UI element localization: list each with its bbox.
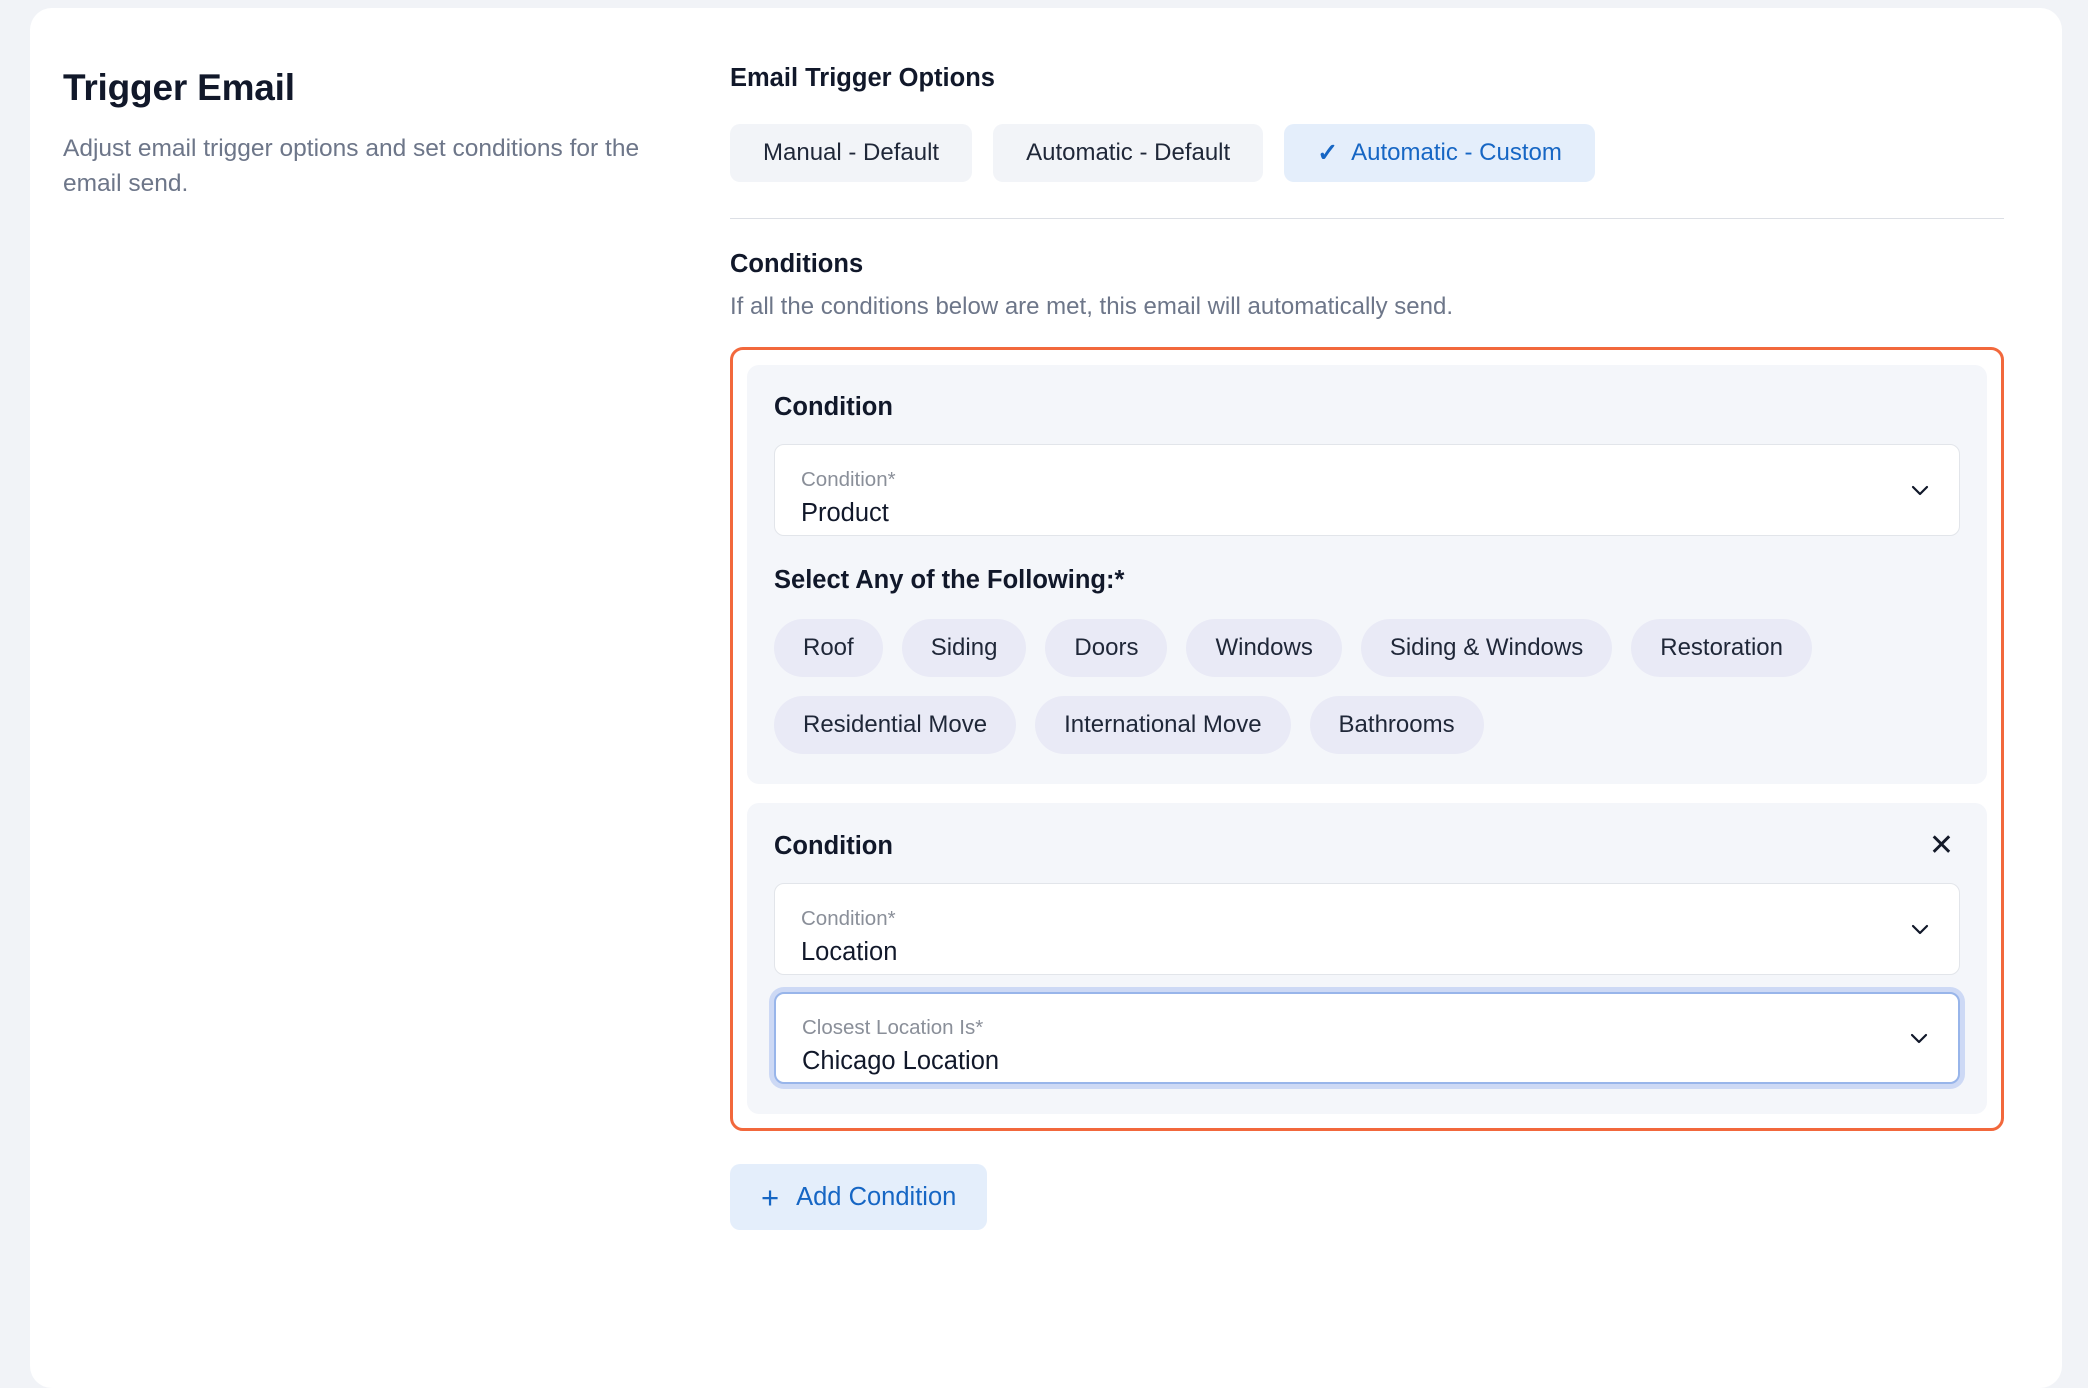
condition-card-header: Condition ✕ [774, 831, 1960, 861]
trigger-option-tabs: Manual - Default Automatic - Default ✓ A… [730, 124, 2004, 182]
chip-label: Windows [1215, 634, 1313, 661]
chip-label: Restoration [1660, 634, 1783, 661]
chip-siding-and-windows[interactable]: Siding & Windows [1360, 619, 1613, 677]
condition-card-title: Condition [774, 393, 893, 421]
chevron-down-icon [1908, 917, 1932, 941]
condition-card-header: Condition [774, 393, 1960, 422]
chip-windows[interactable]: Windows [1186, 619, 1342, 677]
conditions-heading: Conditions [730, 250, 864, 278]
chip-label: Siding & Windows [1389, 634, 1584, 661]
chip-label: Siding [930, 634, 998, 661]
check-icon: ✓ [1317, 138, 1339, 167]
page-subtitle: Adjust email trigger options and set con… [63, 135, 640, 198]
plus-icon: + [761, 1179, 780, 1215]
tab-automatic-custom-label: Automatic - Custom [1351, 139, 1562, 166]
left-description-column: Trigger Email Adjust email trigger optio… [30, 8, 730, 1388]
condition-type-select-value: Location [801, 937, 898, 966]
conditions-subtitle: If all the conditions below are met, thi… [730, 293, 1453, 320]
condition-type-select-label: Condition* [801, 468, 896, 492]
chip-bathrooms[interactable]: Bathrooms [1309, 696, 1484, 754]
condition-type-select-value: Product [801, 498, 889, 527]
product-chip-list: Roof Siding Doors Windows Siding & Windo… [774, 619, 1909, 754]
tab-automatic-default[interactable]: Automatic - Default [993, 124, 1264, 182]
condition-type-select-product[interactable]: Condition* Product [774, 444, 1960, 536]
condition-card-location: Condition ✕ Condition* Location Closest … [747, 803, 1987, 1114]
chip-label: Residential Move [803, 711, 988, 738]
conditions-highlight-box: Condition Condition* Product Select Any … [730, 347, 2004, 1131]
closest-location-select-label: Closest Location Is* [802, 1016, 984, 1040]
chevron-down-icon [1908, 478, 1932, 502]
email-trigger-options-heading: Email Trigger Options [730, 64, 995, 92]
chip-label: International Move [1064, 711, 1262, 738]
chip-siding[interactable]: Siding [901, 619, 1027, 677]
tab-manual-default[interactable]: Manual - Default [730, 124, 973, 182]
page-content: Trigger Email Adjust email trigger optio… [30, 8, 2062, 1388]
section-divider [730, 218, 2004, 219]
condition-card-title: Condition [774, 831, 893, 860]
right-settings-column: Email Trigger Options Manual - Default A… [730, 8, 2062, 1388]
chip-label: Doors [1074, 634, 1139, 661]
condition-card-product: Condition Condition* Product Select Any … [747, 365, 1987, 784]
condition-type-select-location[interactable]: Condition* Location [774, 883, 1960, 975]
tab-automatic-custom[interactable]: ✓ Automatic - Custom [1284, 124, 1595, 182]
chip-group-label: Select Any of the Following:* [774, 566, 1125, 594]
page-title: Trigger Email [63, 67, 295, 108]
chip-label: Bathrooms [1338, 711, 1455, 738]
chip-roof[interactable]: Roof [774, 619, 883, 677]
closest-location-select-value: Chicago Location [802, 1046, 1000, 1075]
chip-restoration[interactable]: Restoration [1631, 619, 1812, 677]
closest-location-select[interactable]: Closest Location Is* Chicago Location [774, 992, 1960, 1084]
chevron-down-icon [1907, 1026, 1931, 1050]
page-card: Trigger Email Adjust email trigger optio… [30, 8, 2062, 1388]
tab-automatic-default-label: Automatic - Default [1026, 139, 1231, 166]
chip-international-move[interactable]: International Move [1035, 696, 1291, 754]
chip-doors[interactable]: Doors [1045, 619, 1168, 677]
close-icon[interactable]: ✕ [1923, 831, 1960, 861]
chip-label: Roof [803, 634, 854, 661]
tab-manual-default-label: Manual - Default [763, 139, 940, 166]
add-condition-label: Add Condition [796, 1182, 957, 1211]
add-condition-button[interactable]: + Add Condition [730, 1164, 988, 1230]
condition-type-select-label: Condition* [801, 907, 896, 931]
chip-residential-move[interactable]: Residential Move [774, 696, 1017, 754]
